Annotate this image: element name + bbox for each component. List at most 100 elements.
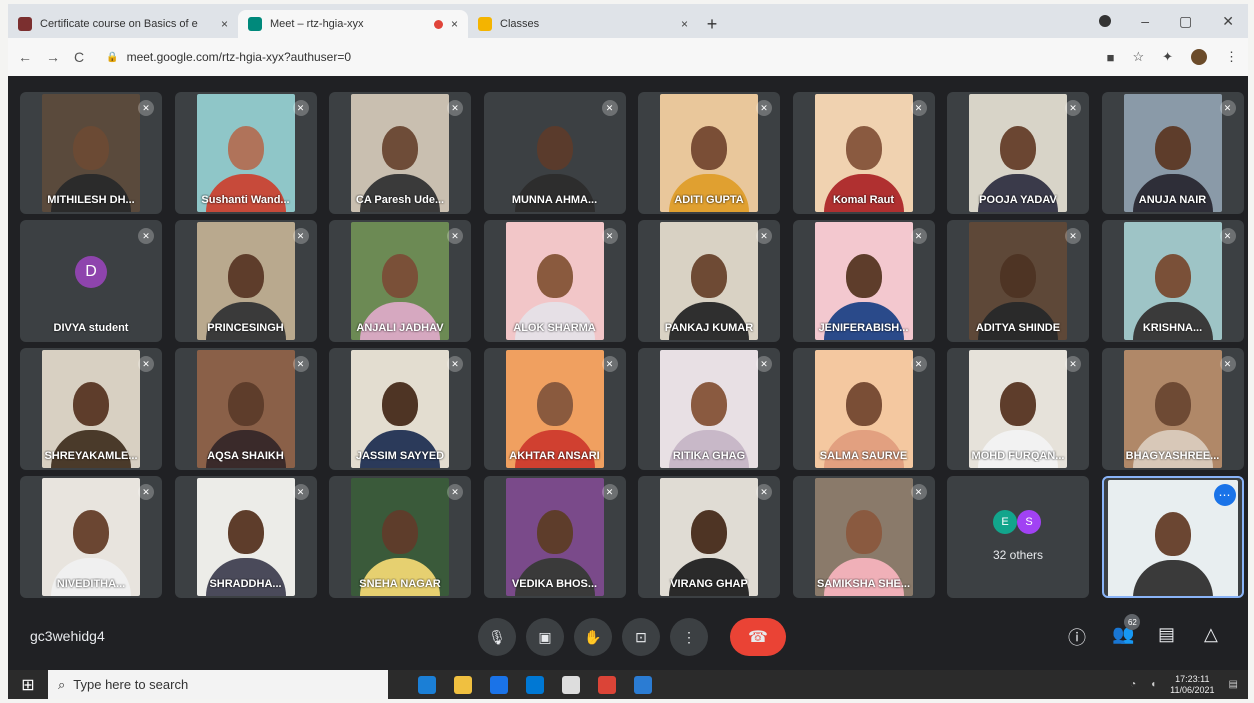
- participant-name: SHREYAKAMLE...: [44, 450, 138, 462]
- self-video-tile[interactable]: ⋯: [1101, 476, 1244, 598]
- participant-tile[interactable]: ✕ AQSA SHAIKH: [174, 348, 317, 470]
- participant-name: ALOK SHARMA: [513, 322, 596, 334]
- participant-face: [691, 510, 727, 554]
- bookmark-star-icon[interactable]: ☆: [1132, 49, 1144, 65]
- mic-off-icon: ✕: [447, 356, 463, 372]
- tab-close-icon[interactable]: ×: [221, 17, 228, 31]
- back-button[interactable]: ←: [18, 49, 32, 65]
- participant-tile[interactable]: ✕ MITHILESH DH...: [20, 92, 162, 214]
- raise-hand-button[interactable]: ✋: [574, 618, 612, 656]
- url-field[interactable]: 🔒 meet.google.com/rtz-hgia-xyx?authuser=…: [98, 44, 1092, 70]
- participant-tile[interactable]: ✕ Sushanti Wand...: [174, 92, 317, 214]
- pinned-app-icon[interactable]: [418, 675, 436, 694]
- participant-tile[interactable]: ✕ CA Paresh Ude...: [329, 92, 471, 214]
- participant-tile[interactable]: ✕ MUNNA AHMA...: [483, 92, 626, 214]
- participant-face: [691, 254, 727, 298]
- participant-tile[interactable]: ✕ AKHTAR ANSARI: [483, 348, 626, 470]
- others-tile[interactable]: E S 32 others: [947, 476, 1089, 598]
- mic-off-icon: ✕: [138, 100, 154, 116]
- forward-button[interactable]: →: [46, 49, 60, 65]
- mic-off-icon: ✕: [1065, 228, 1081, 244]
- participant-tile[interactable]: ✕ SNEHA NAGAR: [329, 476, 471, 598]
- end-call-button[interactable]: ☎: [730, 618, 786, 656]
- participant-tile[interactable]: ✕ ANJALI JADHAV: [329, 220, 471, 342]
- chat-button[interactable]: ▤: [1158, 624, 1175, 645]
- participant-figure: [360, 302, 440, 340]
- participant-figure: [669, 430, 749, 468]
- extensions-icon[interactable]: ✦: [1162, 49, 1173, 65]
- people-button[interactable]: 👥 62: [1112, 614, 1141, 645]
- tab-close-icon[interactable]: ×: [451, 17, 458, 31]
- present-button[interactable]: ⊡: [622, 618, 660, 656]
- participant-tile[interactable]: ✕ ADITYA SHINDE: [947, 220, 1089, 342]
- profile-dot-icon[interactable]: [1099, 15, 1112, 27]
- camera-button[interactable]: ▣: [526, 618, 564, 656]
- participant-tile[interactable]: ✕ JENIFERABISH...: [792, 220, 935, 342]
- profile-avatar[interactable]: [1191, 49, 1207, 65]
- participant-tile[interactable]: ✕ PANKAJ KUMAR: [638, 220, 780, 342]
- toolbar-icons: ■ ☆ ✦ ⋮: [1107, 49, 1238, 65]
- participant-tile[interactable]: ✕ MOHD FURQAN...: [947, 348, 1089, 470]
- participant-tile[interactable]: ✕ SALMA SAURVE: [792, 348, 935, 470]
- mic-off-icon: ✕: [447, 100, 463, 116]
- participant-tile[interactable]: ✕ BHAGYASHREE...: [1101, 348, 1244, 470]
- tab-classes[interactable]: Classes ×: [468, 10, 698, 38]
- participant-name: POOJA YADAV: [979, 194, 1057, 206]
- new-tab-button[interactable]: +: [698, 10, 726, 38]
- more-options-icon[interactable]: ⋯: [1213, 484, 1236, 506]
- participant-tile[interactable]: ✕ JASSIM SAYYED: [329, 348, 471, 470]
- info-icon: ⓘ: [1068, 628, 1086, 648]
- participant-figure: [360, 558, 440, 596]
- participant-tile[interactable]: ✕ POOJA YADAV: [947, 92, 1089, 214]
- pinned-app-icon[interactable]: [598, 675, 616, 694]
- clock[interactable]: 17:23:11 11/06/2021: [1170, 674, 1214, 696]
- taskbar-search-box[interactable]: ⌕ Type here to search: [48, 670, 388, 699]
- tab-meet[interactable]: Meet – rtz-hgia-xyx ×: [238, 10, 468, 38]
- mic-button[interactable]: 🎙: [478, 618, 516, 656]
- participant-tile[interactable]: ✕ KRISHNA...: [1101, 220, 1244, 342]
- participant-tile[interactable]: ✕ NIVEDITHA...: [20, 476, 162, 598]
- participant-face: [382, 510, 418, 554]
- participant-tile[interactable]: ✕ ANUJA NAIR: [1101, 92, 1244, 214]
- tab-certificate-course[interactable]: Certificate course on Basics of e ×: [8, 10, 238, 38]
- pinned-app-icon[interactable]: [562, 675, 580, 694]
- mic-off-icon: ✕: [138, 484, 154, 500]
- activities-button[interactable]: △: [1204, 624, 1218, 645]
- more-options-button[interactable]: ⋮: [670, 618, 708, 656]
- volume-icon[interactable]: ◖: [1150, 679, 1156, 690]
- participant-tile[interactable]: ✕ RITIKA GHAG: [638, 348, 780, 470]
- meeting-info-button[interactable]: ⓘ: [1068, 624, 1086, 650]
- network-icon[interactable]: ◔: [1130, 679, 1136, 690]
- participant-tile[interactable]: ✕ Komal Raut: [792, 92, 935, 214]
- participant-name: MITHILESH DH...: [47, 194, 135, 206]
- notifications-icon[interactable]: ▤: [1229, 679, 1238, 690]
- participant-tile[interactable]: ✕ SHRADDHA...: [174, 476, 317, 598]
- pinned-app-icon[interactable]: [634, 675, 652, 694]
- minimize-button[interactable]: –: [1141, 13, 1149, 29]
- pinned-app-icon[interactable]: [526, 675, 544, 694]
- others-avatar: E: [993, 510, 1017, 534]
- participant-tile[interactable]: D ✕ DIVYA student: [20, 220, 162, 342]
- camera-indicator-icon[interactable]: ■: [1107, 50, 1115, 65]
- participant-figure: [205, 174, 286, 212]
- participant-tile[interactable]: ✕ SHREYAKAMLE...: [20, 348, 162, 470]
- close-window-button[interactable]: ✕: [1222, 13, 1234, 30]
- reload-button[interactable]: C: [74, 49, 84, 65]
- start-button[interactable]: ⊞: [8, 670, 48, 699]
- participant-tile[interactable]: ✕ VEDIKA BHOS...: [483, 476, 626, 598]
- pinned-app-icon[interactable]: [454, 675, 472, 694]
- participant-tile[interactable]: ✕ ADITI GUPTA: [638, 92, 780, 214]
- participant-tile[interactable]: ✕ VIRANG GHAP: [638, 476, 780, 598]
- participant-tile[interactable]: ✕ ALOK SHARMA: [483, 220, 626, 342]
- mic-off-icon: ✕: [292, 228, 309, 244]
- participant-tile[interactable]: ✕ SAMIKSHA SHE...: [792, 476, 935, 598]
- browser-menu-icon[interactable]: ⋮: [1225, 49, 1238, 65]
- mic-off-icon: ✕: [601, 100, 618, 116]
- clock-time: 17:23:11: [1175, 673, 1210, 684]
- tab-close-icon[interactable]: ×: [681, 17, 688, 31]
- participant-face: [1154, 382, 1191, 426]
- mic-icon: 🎙: [488, 628, 506, 645]
- maximize-button[interactable]: ▢: [1179, 13, 1192, 30]
- participant-tile[interactable]: ✕ PRINCESINGH: [174, 220, 317, 342]
- pinned-app-icon[interactable]: [490, 675, 508, 694]
